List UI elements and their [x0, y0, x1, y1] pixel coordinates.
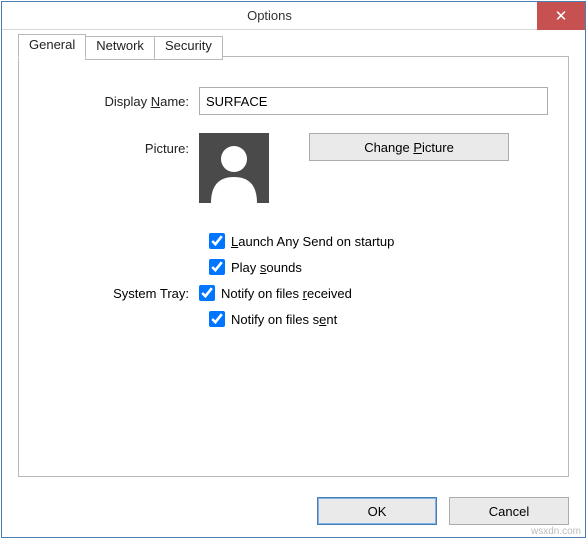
tab-strip: General Network Security: [18, 34, 222, 58]
play-sounds-checkbox[interactable]: [209, 259, 225, 275]
ok-button[interactable]: OK: [317, 497, 437, 525]
launch-startup-label[interactable]: Launch Any Send on startup: [231, 234, 394, 249]
tab-general[interactable]: General: [18, 34, 86, 58]
close-button[interactable]: ✕: [537, 2, 585, 30]
avatar-icon: [199, 133, 269, 203]
tab-content-general: Display Name: Picture:: [19, 57, 568, 357]
notify-sent-label[interactable]: Notify on files sent: [231, 312, 337, 327]
notify-received-row: System Tray: Notify on files received: [39, 285, 548, 301]
change-picture-button[interactable]: Change Picture: [309, 133, 509, 161]
tab-network[interactable]: Network: [85, 36, 155, 60]
launch-startup-row: Launch Any Send on startup: [39, 233, 548, 249]
play-sounds-label[interactable]: Play sounds: [231, 260, 302, 275]
close-icon: ✕: [555, 7, 568, 25]
watermark: wsxdn.com: [531, 526, 581, 537]
dialog-body: General Network Security Display Name: P…: [2, 30, 585, 487]
display-name-row: Display Name:: [39, 87, 548, 115]
picture-row: Picture: Change Picture: [39, 133, 548, 203]
system-tray-label: System Tray:: [39, 286, 199, 301]
picture-label: Picture:: [39, 133, 199, 156]
titlebar: Options ✕: [2, 2, 585, 30]
avatar: [199, 133, 269, 203]
window-title: Options: [2, 8, 537, 23]
cancel-button[interactable]: Cancel: [449, 497, 569, 525]
launch-startup-checkbox[interactable]: [209, 233, 225, 249]
display-name-input[interactable]: [199, 87, 548, 115]
play-sounds-row: Play sounds: [39, 259, 548, 275]
tab-panel: General Network Security Display Name: P…: [18, 56, 569, 477]
options-window: Options ✕ General Network Security Displ…: [1, 1, 586, 538]
display-name-label: Display Name:: [39, 94, 199, 109]
dialog-button-row: OK Cancel: [2, 487, 585, 537]
notify-received-label[interactable]: Notify on files received: [221, 286, 352, 301]
notify-sent-checkbox[interactable]: [209, 311, 225, 327]
tab-security[interactable]: Security: [154, 36, 223, 60]
notify-sent-row: Notify on files sent: [39, 311, 548, 327]
notify-received-checkbox[interactable]: [199, 285, 215, 301]
